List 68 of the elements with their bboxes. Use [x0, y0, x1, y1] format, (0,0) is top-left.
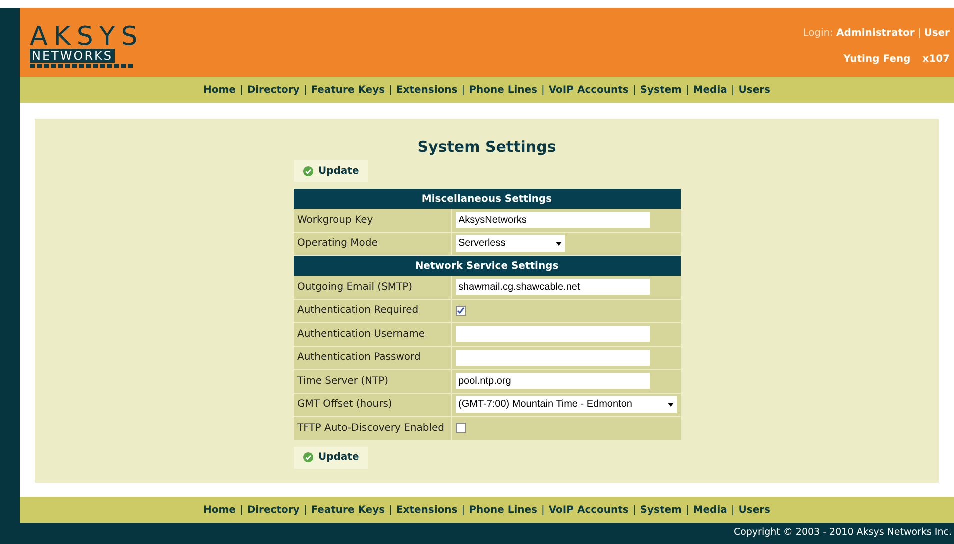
nav-link[interactable]: Phone Lines	[469, 82, 538, 98]
nav-separator: |	[462, 84, 466, 98]
user-name: Yuting Feng	[844, 53, 911, 67]
logo-subtitle: NETWORKS	[30, 49, 116, 63]
nav-link[interactable]: Directory	[247, 82, 300, 98]
nav-separator: |	[686, 504, 690, 518]
extension: x107	[922, 53, 950, 67]
update-button[interactable]: Update	[294, 446, 368, 468]
nav-link[interactable]: Users	[738, 82, 770, 98]
checkbox[interactable]	[456, 423, 466, 434]
nav-separator: |	[462, 504, 466, 518]
dropdown[interactable]: Serverless	[456, 235, 564, 252]
nav-link[interactable]: Media	[693, 502, 728, 518]
field-label: TFTP Auto-Discovery Enabled	[294, 417, 452, 440]
text-field[interactable]: pool.ntp.org	[456, 373, 650, 390]
section-header: Network Service Settings	[294, 256, 680, 276]
login-label: Login:	[803, 27, 834, 41]
check-icon	[302, 452, 314, 463]
nav-link[interactable]: System	[640, 82, 682, 98]
field-label: GMT Offset (hours)	[294, 394, 452, 416]
text-field[interactable]	[456, 326, 650, 342]
nav-link[interactable]: Feature Keys	[311, 502, 386, 518]
nav-link[interactable]: Extensions	[396, 502, 458, 518]
nav-separator: |	[731, 84, 735, 98]
nav-link[interactable]: Home	[204, 502, 236, 518]
nav-link[interactable]: Feature Keys	[311, 82, 386, 98]
field-label: Outgoing Email (SMTP)	[294, 276, 452, 298]
text-field[interactable]: AksysNetworks	[456, 212, 650, 228]
nav-link[interactable]: VoIP Accounts	[548, 82, 629, 98]
nav-separator: |	[304, 84, 308, 98]
logo-wordmark: AKSYS	[30, 26, 144, 48]
nav-link[interactable]: VoIP Accounts	[548, 502, 629, 518]
field-label: Workgroup Key	[294, 209, 452, 232]
field-label: Authentication Password	[294, 346, 452, 369]
nav-separator: |	[389, 84, 392, 98]
field-label: Time Server (NTP)	[294, 370, 452, 392]
nav-separator: |	[304, 504, 308, 518]
nav-separator: |	[240, 504, 244, 518]
text-field[interactable]	[456, 350, 650, 366]
update-button[interactable]: Update	[294, 160, 368, 182]
nav-link[interactable]: Phone Lines	[469, 502, 538, 518]
nav-separator: |	[632, 84, 636, 98]
nav-link[interactable]: Directory	[247, 502, 300, 518]
field-label: Operating Mode	[294, 232, 452, 255]
nav-link[interactable]: Users	[738, 502, 770, 518]
copyright-text: Copyright © 2003 - 2010 Aksys Networks Inc.	[734, 526, 952, 540]
field-label: Authentication Username	[294, 323, 452, 346]
nav-link[interactable]: Extensions	[396, 82, 458, 98]
checkbox[interactable]	[456, 306, 466, 316]
nav-link[interactable]: Media	[693, 82, 728, 98]
nav-link[interactable]: Home	[204, 82, 236, 98]
nav-separator: |	[541, 504, 545, 518]
link-separator: |	[918, 27, 922, 41]
nav-separator: |	[632, 504, 636, 518]
text-field[interactable]: shawmail.cg.shawcable.net	[456, 279, 650, 296]
dropdown[interactable]: (GMT-7:00) Mountain Time - Edmonton	[456, 396, 676, 414]
page-title: System Settings	[418, 137, 556, 157]
nav-separator: |	[389, 504, 392, 518]
field-label: Authentication Required	[294, 300, 452, 322]
nav-separator: |	[686, 84, 690, 98]
nav-link[interactable]: System	[640, 502, 682, 518]
nav-separator: |	[541, 84, 545, 98]
nav-separator: |	[731, 504, 735, 518]
nav-separator: |	[240, 84, 244, 98]
dropdown-arrow-icon	[668, 402, 674, 407]
dropdown-arrow-icon	[556, 242, 562, 246]
section-header: Miscellaneous Settings	[294, 189, 680, 209]
check-icon	[302, 166, 314, 176]
